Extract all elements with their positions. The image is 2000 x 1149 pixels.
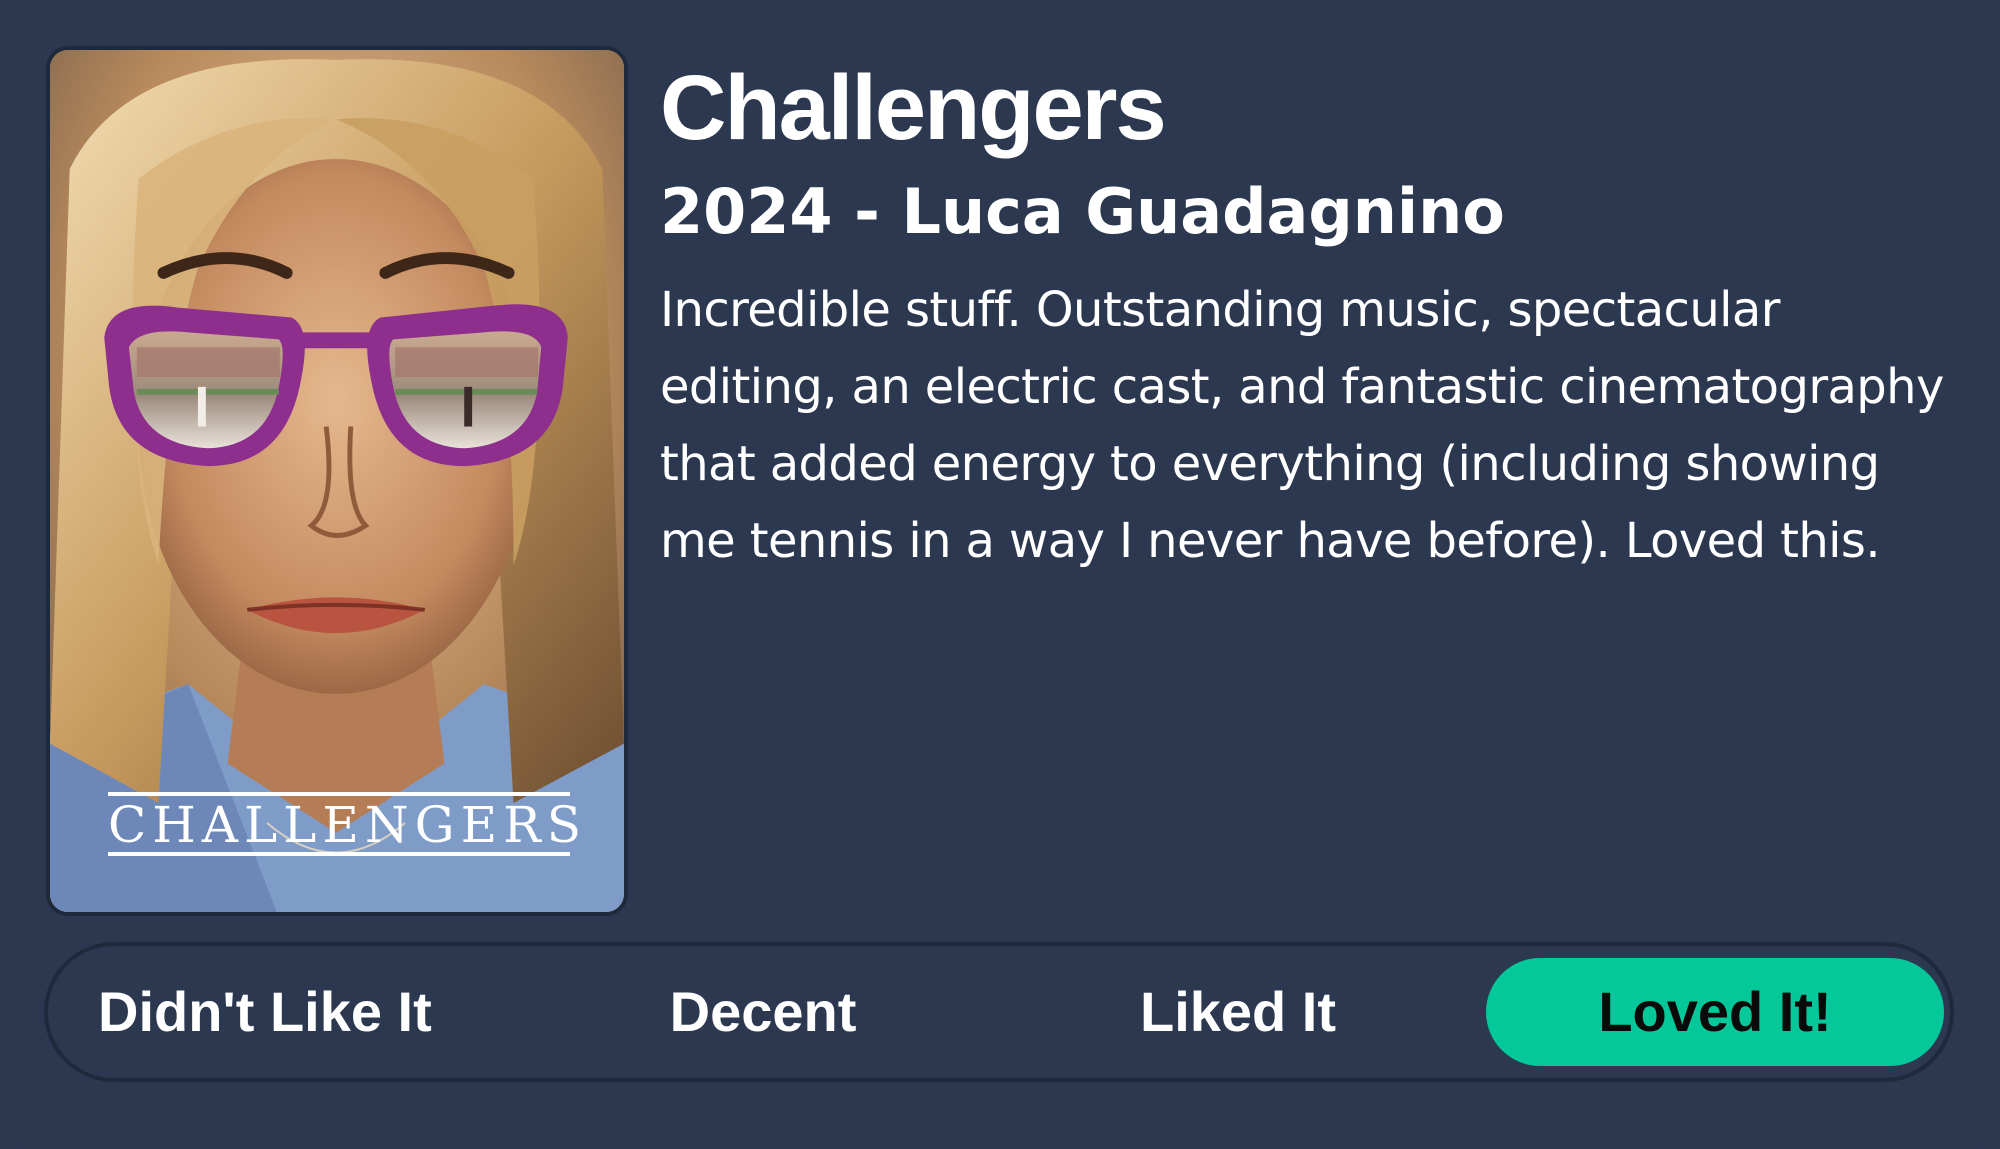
poster-title-text: CHALLENGERS [108, 792, 581, 856]
movie-title: Challengers [660, 57, 1167, 159]
poster-artwork [50, 50, 624, 912]
movie-year-director: 2024 - Luca Guadagnino [660, 175, 1505, 248]
rating-option-didnt-like-it[interactable]: Didn't Like It [98, 958, 432, 1066]
movie-poster: CHALLENGERS [46, 46, 628, 916]
rating-selector: Didn't Like It Decent Liked It Loved It! [44, 942, 1954, 1082]
rating-option-liked-it[interactable]: Liked It [1088, 958, 1388, 1066]
movie-review-card: CHALLENGERS Challengers 2024 - Luca Guad… [0, 0, 2000, 1149]
review-text: Incredible stuff. Outstanding music, spe… [660, 282, 1944, 569]
rating-option-decent[interactable]: Decent [618, 958, 908, 1066]
rating-option-loved-it[interactable]: Loved It! [1486, 958, 1944, 1066]
